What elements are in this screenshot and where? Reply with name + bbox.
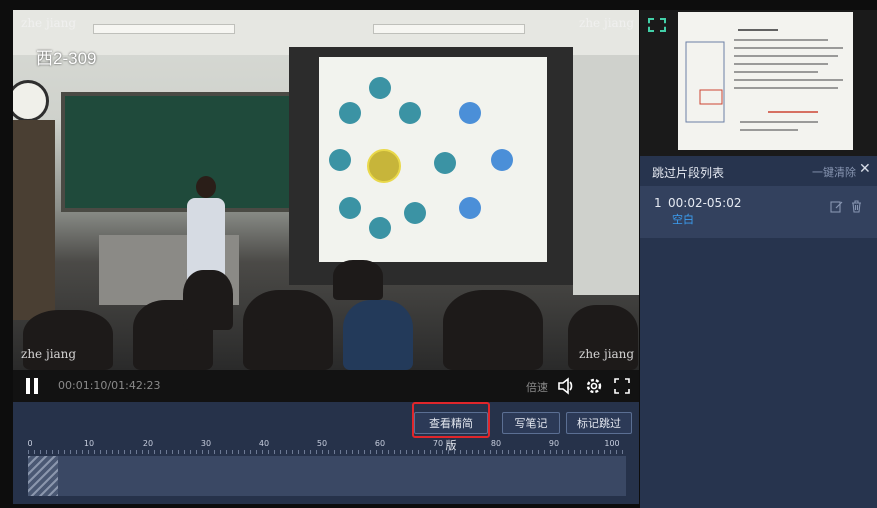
current-time: 00:01:10 [58, 379, 108, 392]
slide-bubble [459, 102, 481, 124]
slide-bubble [369, 77, 391, 99]
panel-title: 跳过片段列表 [652, 166, 725, 180]
slide-bubble [399, 102, 421, 124]
ceiling-lamp [373, 24, 525, 34]
video-player[interactable]: zhe jiang zhe jiang zhe jiang zhe jiang … [13, 10, 639, 370]
skip-segment-panel: 跳过片段列表 一键清除 ✕ 1 00:02-05:02 空白 [640, 156, 877, 508]
slide-bubble [491, 149, 513, 171]
skip-item-index: 1 [654, 196, 662, 210]
time-display: 00:01:10/01:42:23 [58, 379, 161, 392]
skip-item-range: 00:02-05:02 [668, 196, 742, 210]
ruler-label: 80 [490, 439, 502, 448]
picture-in-picture-icon[interactable] [648, 18, 666, 32]
edit-icon[interactable] [830, 200, 843, 217]
ruler-label: 70 [432, 439, 444, 448]
room-label: 西2-309 [36, 49, 97, 68]
slide-bubble [339, 102, 361, 124]
timeline-ruler [28, 450, 626, 454]
gear-icon[interactable] [583, 375, 605, 397]
ruler-label: 90 [548, 439, 560, 448]
ruler-label: 10 [83, 439, 95, 448]
projected-slide [319, 57, 547, 262]
slide-hub [367, 149, 401, 183]
trash-icon[interactable] [850, 200, 863, 217]
timeline-track[interactable] [28, 456, 626, 496]
volume-icon[interactable] [555, 375, 577, 397]
highlight-box [412, 402, 490, 438]
wall-right [573, 55, 639, 295]
ceiling-lamp [93, 24, 235, 34]
wall-clock [13, 80, 49, 122]
write-notes-button[interactable]: 写笔记 [502, 412, 560, 434]
watermark: zhe jiang [21, 16, 77, 30]
skip-item[interactable]: 1 00:02-05:02 空白 [640, 186, 877, 238]
slide-thumbnail-area [640, 10, 877, 156]
slide-bubble [339, 197, 361, 219]
duration: 01:42:23 [111, 379, 161, 392]
watermark: zhe jiang [21, 347, 77, 361]
watermark: zhe jiang [579, 347, 635, 361]
slide-bubble [434, 152, 456, 174]
ruler-label: 30 [200, 439, 212, 448]
pause-icon[interactable] [26, 378, 38, 394]
ruler-label: 50 [316, 439, 328, 448]
ruler-label: 20 [142, 439, 154, 448]
playback-speed-button[interactable]: 倍速 [526, 379, 548, 395]
ruler-label: 0 [27, 439, 33, 448]
slide-thumbnail[interactable] [678, 12, 853, 150]
blackboard [61, 92, 299, 212]
ruler-label: 100 [604, 439, 620, 448]
slide-bubble [459, 197, 481, 219]
slide-bubble [404, 202, 426, 224]
skip-item-note: 空白 [672, 213, 694, 226]
ruler-label: 40 [258, 439, 270, 448]
close-icon[interactable]: ✕ [859, 161, 871, 177]
students [13, 260, 639, 370]
player-controls: 00:01:10/01:42:23 倍速 [13, 370, 639, 402]
slide-bubble [329, 149, 351, 171]
projector-screen [289, 47, 573, 285]
skipped-segment[interactable] [28, 456, 58, 496]
left-edge [0, 0, 13, 508]
watermark: zhe jiang [579, 16, 635, 30]
ruler-label: 60 [374, 439, 386, 448]
fullscreen-icon[interactable] [611, 375, 633, 397]
clear-all-button[interactable]: 一键清除 [812, 164, 856, 180]
mark-skip-button[interactable]: 标记跳过 [566, 412, 632, 434]
slide-bubble [369, 217, 391, 239]
